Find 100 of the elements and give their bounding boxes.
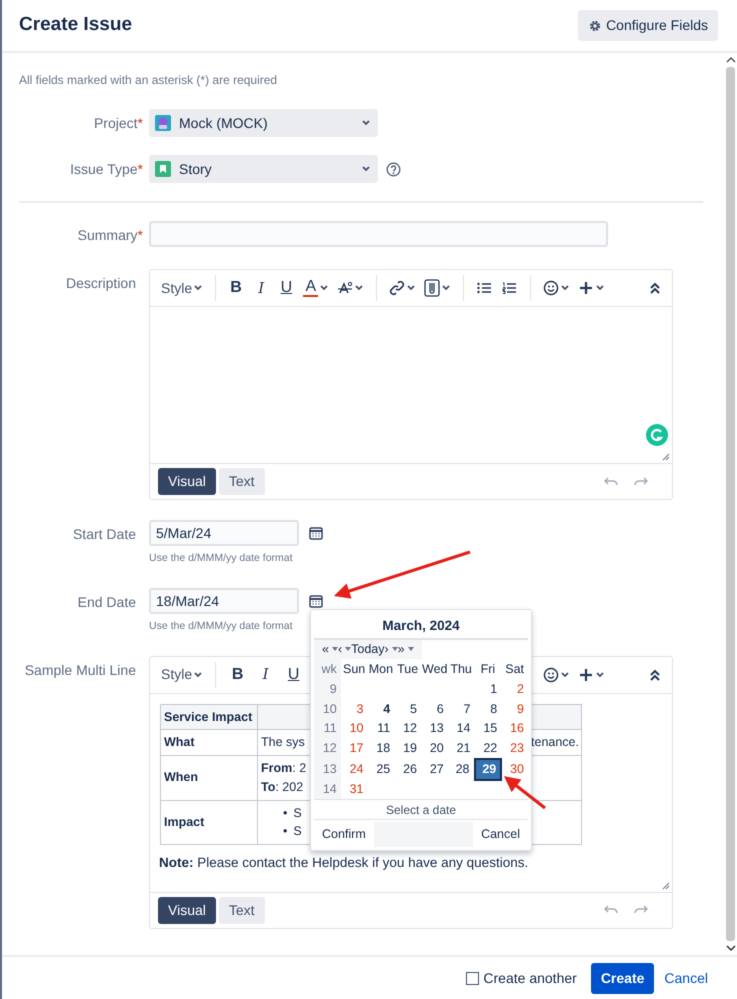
double-chevron-up-icon: [649, 668, 661, 680]
caret-icon: [596, 672, 604, 678]
scroll-up-icon[interactable]: [726, 56, 736, 63]
calendar-day[interactable]: 31: [340, 780, 368, 799]
summary-field[interactable]: [149, 221, 608, 247]
scroll-down-icon[interactable]: [726, 945, 736, 952]
calendar-day[interactable]: 7: [448, 700, 474, 719]
calendar-icon[interactable]: [309, 526, 323, 540]
caret-icon: [332, 647, 338, 652]
calendar-day[interactable]: 10: [340, 719, 368, 738]
calendar-day[interactable]: 6: [421, 700, 448, 719]
select-field[interactable]: Mock (MOCK): [149, 109, 378, 137]
mode-tab[interactable]: Text: [218, 468, 265, 495]
cancel-link[interactable]: Cancel: [664, 968, 708, 988]
calendar-day[interactable]: 17: [340, 738, 368, 758]
plus-icon: [578, 666, 594, 682]
field-label: Project: [94, 115, 138, 131]
calendar-day[interactable]: 3: [340, 700, 368, 719]
table-header-cell: Service Impact: [160, 704, 258, 730]
calendar-day[interactable]: 26: [394, 758, 421, 780]
resize-grip-icon[interactable]: [662, 882, 670, 890]
calendar-nav-button[interactable]: »: [398, 640, 414, 659]
calendar-day[interactable]: 8: [474, 700, 502, 719]
calendar-nav-button[interactable]: ›: [384, 640, 398, 659]
smiley-icon: [543, 666, 559, 682]
calendar-nav-button[interactable]: «: [322, 640, 338, 659]
italic-button[interactable]: I: [252, 660, 280, 688]
calendar-nav-button[interactable]: ‹: [338, 640, 352, 659]
mode-tab[interactable]: Visual: [158, 896, 216, 924]
mode-tab[interactable]: Visual: [158, 468, 216, 495]
required-asterisk: *: [138, 115, 143, 131]
calendar-icon[interactable]: [309, 594, 323, 608]
cancel-button[interactable]: Cancel: [473, 822, 528, 847]
calendar-day[interactable]: 23: [501, 738, 528, 758]
create-button[interactable]: Create: [590, 962, 654, 994]
calendar-day[interactable]: 21: [448, 738, 474, 758]
date-field[interactable]: 5/Mar/24: [149, 520, 299, 546]
calendar-day[interactable]: 24: [340, 758, 368, 780]
style-dropdown[interactable]: Style: [157, 660, 206, 688]
calendar-day[interactable]: 11: [368, 719, 394, 738]
calendar-day[interactable]: 9: [501, 700, 528, 719]
required-asterisk: *: [138, 227, 143, 243]
field-label: Start Date: [72, 526, 136, 542]
calendar-nav-button[interactable]: Today: [351, 640, 384, 659]
confirm-button[interactable]: Confirm: [314, 822, 374, 847]
bold-button[interactable]: B: [224, 274, 248, 302]
calendar-day[interactable]: 12: [394, 719, 421, 738]
resize-grip-icon[interactable]: [662, 453, 670, 461]
format-hint: Use the d/MMM/yy date format: [149, 551, 294, 566]
calendar-day[interactable]: 20: [421, 738, 448, 758]
calendar-day[interactable]: 5: [394, 700, 421, 719]
table-cell: When: [160, 756, 258, 800]
cell-text: From: 2: [261, 760, 306, 777]
calendar-day[interactable]: 18: [368, 738, 394, 758]
calendar-day[interactable]: 19: [394, 738, 421, 758]
calendar-day[interactable]: 1: [474, 680, 502, 700]
underline-button[interactable]: U: [280, 660, 308, 688]
calendar-day[interactable]: 30: [501, 758, 528, 780]
calendar-day[interactable]: 15: [474, 719, 502, 738]
select-field[interactable]: Story: [149, 155, 378, 183]
calendar-day[interactable]: 2: [501, 680, 528, 700]
weekday-label: Wed: [421, 659, 448, 680]
caret-icon: [408, 647, 414, 652]
calendar-day[interactable]: 27: [421, 758, 448, 780]
calendar-day[interactable]: 25: [368, 758, 394, 780]
bullet-text: S: [293, 823, 302, 840]
calendar-day[interactable]: 22: [474, 738, 502, 758]
underline-button[interactable]: U: [274, 274, 298, 302]
bookmark-icon: [155, 161, 171, 177]
required-asterisk: *: [138, 161, 143, 177]
date-field[interactable]: 18/Mar/24: [149, 588, 299, 614]
caret-icon: [596, 285, 604, 291]
weekday-label: Sat: [504, 661, 525, 678]
calendar-day[interactable]: 16: [501, 719, 528, 738]
week-number: 12: [314, 738, 341, 758]
create-another-checkbox[interactable]: Create another: [466, 968, 577, 988]
mode-tab[interactable]: Text: [218, 896, 265, 924]
italic-button[interactable]: I: [249, 274, 274, 302]
double-chevron-up-icon: [648, 282, 661, 294]
configure-fields-button[interactable]: Configure Fields: [578, 10, 718, 41]
calendar-day[interactable]: 4: [368, 700, 394, 719]
help-icon[interactable]: [386, 162, 401, 176]
calendar-day[interactable]: 13: [421, 719, 448, 738]
calendar-day[interactable]: 14: [448, 719, 474, 738]
calendar-day[interactable]: 28: [448, 758, 474, 780]
bold-button[interactable]: B: [224, 660, 252, 688]
required-note: All fields marked with an asterisk (*) are required: [19, 72, 278, 89]
style-dropdown[interactable]: Style: [157, 274, 206, 302]
caret-icon: [560, 285, 569, 291]
gear-icon: [588, 18, 602, 32]
calendar-day[interactable]: 29: [474, 758, 502, 780]
scrollbar-thumb[interactable]: [726, 67, 735, 941]
caret-icon: [392, 647, 398, 652]
caret-icon: [442, 285, 450, 291]
text-color-button[interactable]: A: [299, 274, 332, 302]
caret-icon: [561, 672, 569, 678]
field-label: End Date: [78, 594, 136, 610]
cell-text: tenance.: [531, 734, 579, 752]
caret-icon: [362, 166, 370, 172]
weekday-label: Sun: [340, 659, 368, 680]
